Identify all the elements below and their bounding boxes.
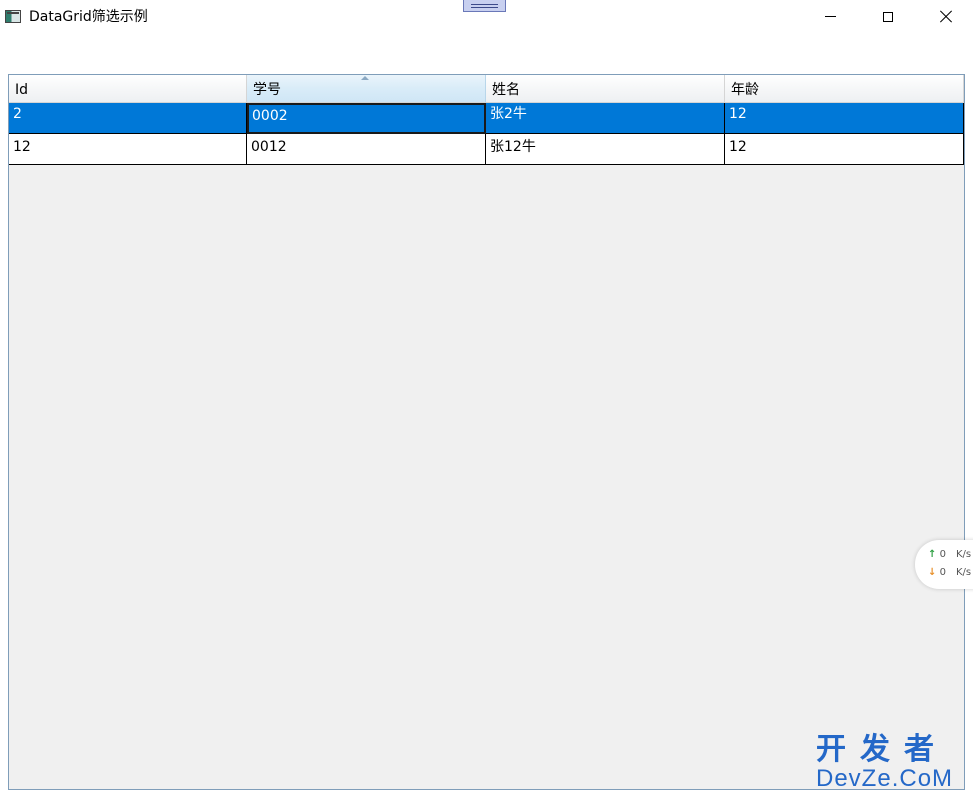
table-row[interactable]: 2 0002 张2牛 12	[9, 103, 964, 134]
watermark-en: DevZe.CoM	[816, 765, 954, 792]
cell-student-no[interactable]: 0002	[247, 103, 486, 134]
column-header-student-no[interactable]: 学号	[247, 75, 486, 103]
main-window: DataGrid筛选示例 Id 学号 姓名 年龄 2 0002 张2牛 12 1…	[0, 0, 973, 799]
column-header-row: Id 学号 姓名 年龄	[9, 75, 964, 103]
cell-student-no[interactable]: 0012	[247, 134, 486, 165]
data-grid[interactable]: Id 学号 姓名 年龄 2 0002 张2牛 12 12 0012 张12牛 1…	[8, 74, 965, 790]
maximize-icon	[883, 11, 893, 22]
cell-age[interactable]: 12	[725, 103, 964, 134]
cell-id[interactable]: 12	[9, 134, 247, 165]
drag-grip-handle[interactable]	[463, 0, 506, 12]
cell-id[interactable]: 2	[9, 103, 247, 134]
cell-name[interactable]: 张2牛	[486, 103, 725, 134]
watermark-cn: 开发者	[816, 733, 948, 766]
download-speed: ↓ 0 K/s	[928, 567, 971, 579]
net-speed-widget[interactable]: ↑ 0 K/s ↓ 0 K/s	[915, 540, 973, 589]
column-header-age[interactable]: 年龄	[725, 75, 964, 103]
maximize-button[interactable]	[859, 0, 917, 33]
watermark-logo: 开发者 DevZe.CoM	[816, 734, 966, 792]
title-bar[interactable]: DataGrid筛选示例	[0, 0, 973, 34]
column-header-label: 姓名	[492, 82, 520, 98]
download-speed-value: 0	[939, 567, 946, 578]
upload-speed: ↑ 0 K/s	[928, 549, 971, 561]
arrow-down-icon: ↓	[928, 567, 937, 578]
app-icon	[5, 10, 21, 23]
column-header-name[interactable]: 姓名	[486, 75, 725, 103]
column-header-id[interactable]: Id	[9, 75, 247, 103]
close-button[interactable]	[917, 0, 973, 33]
window-title: DataGrid筛选示例	[29, 9, 148, 25]
table-row[interactable]: 12 0012 张12牛 12	[9, 134, 964, 165]
cell-age[interactable]: 12	[725, 134, 964, 165]
sort-ascending-icon	[361, 76, 369, 80]
cell-name[interactable]: 张12牛	[486, 134, 725, 165]
upload-speed-value: 0	[939, 549, 946, 560]
close-icon	[939, 10, 953, 24]
arrow-up-icon: ↑	[928, 549, 937, 560]
download-speed-unit: K/s	[955, 567, 972, 578]
column-header-label: 学号	[253, 82, 281, 98]
upload-speed-unit: K/s	[955, 549, 972, 560]
grid-rows: 2 0002 张2牛 12 12 0012 张12牛 12	[9, 103, 964, 165]
column-header-label: 年龄	[731, 82, 759, 98]
column-header-label: Id	[15, 82, 29, 98]
minimize-icon	[824, 16, 836, 17]
minimize-button[interactable]	[801, 0, 859, 33]
